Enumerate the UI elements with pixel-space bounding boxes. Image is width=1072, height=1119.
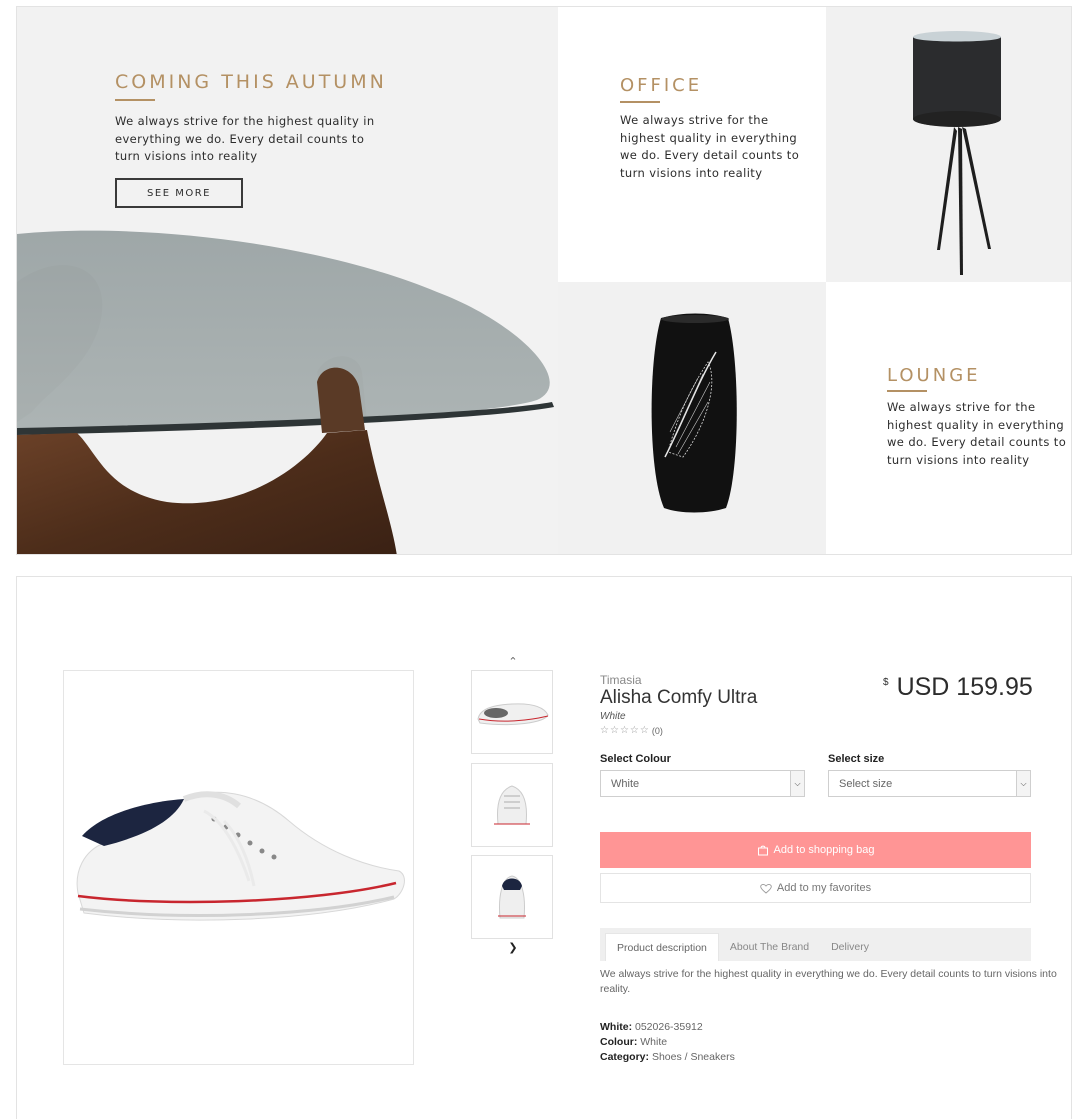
lounge-text: We always strive for the highest quality… [887, 400, 1067, 467]
autumn-heading: COMING THIS AUTUMN [115, 71, 387, 93]
price-currency: $ [883, 677, 889, 688]
sneaker-thumbnail [477, 703, 549, 726]
thumbnail-side-view[interactable] [471, 670, 553, 754]
product-variant: White [600, 711, 626, 722]
promo-banner: COMING THIS AUTUMN We always strive for … [16, 6, 1072, 555]
meta-label: Category: [600, 1051, 650, 1063]
office-panel[interactable]: OFFICE We always strive for the highest … [558, 7, 826, 282]
product-description: We always strive for the highest quality… [600, 968, 1057, 995]
select-size-label: Select size [828, 753, 885, 765]
tab-product-description[interactable]: Product description [605, 933, 719, 961]
thumbnail-front-view[interactable] [471, 763, 553, 847]
colour-select-value: White [611, 777, 640, 790]
lounge-heading: LOUNGE [887, 365, 981, 386]
meta-label: Colour: [600, 1036, 638, 1048]
colour-select[interactable]: White ⌵ [600, 770, 805, 797]
vase-panel [558, 282, 826, 554]
lamp-image [913, 31, 1001, 275]
meta-label: White: [600, 1021, 633, 1033]
meta-sku: White: 052026-35912 [600, 1021, 703, 1033]
add-to-bag-button[interactable]: Add to shopping bag [600, 832, 1031, 868]
main-product-image[interactable] [63, 670, 414, 1065]
glass-table-image [17, 230, 554, 554]
lamp-panel[interactable] [826, 7, 1071, 282]
vase-image [651, 313, 737, 513]
sneaker-thumbnail [498, 875, 526, 919]
rating-count: (0) [651, 725, 663, 736]
star-icon: ☆ [619, 725, 629, 736]
chevron-down-icon: ⌵ [1016, 771, 1030, 796]
sneaker-thumbnail [494, 785, 530, 825]
office-heading: OFFICE [620, 75, 703, 96]
chevron-down-icon[interactable]: ❯ [503, 941, 523, 954]
size-select-value: Select size [839, 777, 893, 790]
tab-delivery[interactable]: Delivery [820, 933, 880, 961]
rating[interactable]: ☆ ☆ ☆ ☆ ☆ (0) [600, 725, 663, 736]
product-title: Alisha Comfy Ultra [600, 687, 758, 708]
sneaker-image [76, 791, 405, 921]
product-tabs: Product description About The Brand Deli… [600, 928, 1031, 961]
office-text: We always strive for the highest quality… [620, 113, 800, 180]
star-icon: ☆ [629, 725, 639, 736]
chevron-up-icon[interactable]: ⌃ [503, 655, 523, 668]
star-icon: ☆ [639, 725, 649, 736]
star-icon: ☆ [600, 725, 609, 736]
meta-value: Shoes / Sneakers [651, 1051, 735, 1063]
shopping-bag-icon [757, 845, 768, 856]
heading-underline [887, 390, 927, 392]
star-icon: ☆ [609, 725, 619, 736]
thumbnail-back-view[interactable] [471, 855, 553, 939]
add-to-favorites-button[interactable]: Add to my favorites [600, 873, 1031, 903]
see-more-button[interactable]: SEE MORE [115, 178, 243, 208]
product-price: $ USD 159.95 [883, 673, 1033, 702]
meta-value: White [640, 1036, 668, 1048]
meta-colour: Colour: White [600, 1036, 667, 1048]
tab-about-the-brand[interactable]: About The Brand [719, 933, 820, 961]
chevron-down-icon: ⌵ [790, 771, 804, 796]
price-amount: USD 159.95 [896, 673, 1033, 701]
add-to-favorites-label: Add to my favorites [776, 882, 872, 894]
product-brand[interactable]: Timasia [600, 673, 642, 687]
add-to-bag-label: Add to shopping bag [773, 844, 875, 856]
meta-category: Category: Shoes / Sneakers [600, 1051, 735, 1063]
product-detail: ⌃ ❯ Timasia Alisha Comfy Ultra White ☆ ☆… [16, 576, 1072, 1119]
heading-underline [620, 101, 660, 103]
select-colour-label: Select Colour [600, 753, 671, 765]
size-select[interactable]: Select size ⌵ [828, 770, 1031, 797]
autumn-text: We always strive for the highest quality… [115, 114, 375, 163]
meta-value: 052026-35912 [635, 1021, 703, 1033]
heart-icon [760, 883, 772, 894]
lounge-panel[interactable]: LOUNGE We always strive for the highest … [826, 282, 1071, 554]
heading-underline [115, 99, 155, 101]
